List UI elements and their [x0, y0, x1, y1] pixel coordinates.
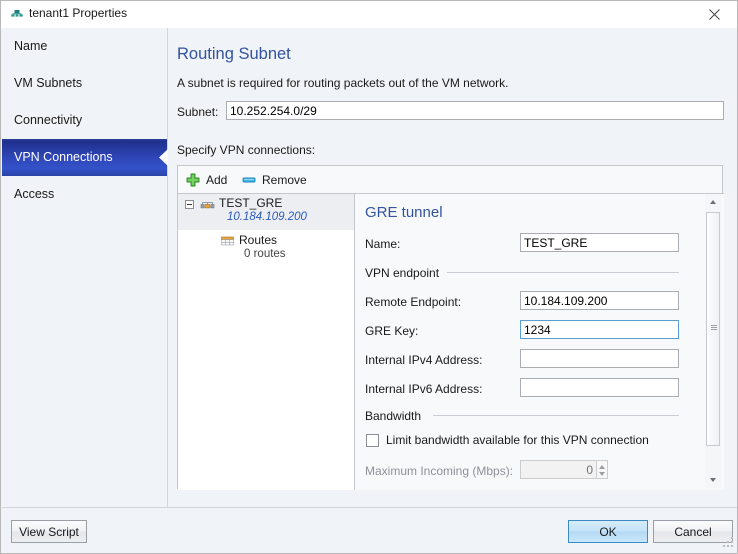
sidebar-item-label: Connectivity: [14, 113, 83, 127]
limit-bandwidth-label: Limit bandwidth available for this VPN c…: [386, 433, 649, 447]
limit-bandwidth-checkbox[interactable]: [366, 434, 379, 447]
internal-ipv4-input[interactable]: [520, 349, 679, 368]
scrollbar-thumb[interactable]: [706, 212, 720, 446]
bandwidth-group-label: Bandwidth: [365, 409, 422, 423]
remote-endpoint-input[interactable]: [520, 291, 679, 310]
collapse-expander-icon[interactable]: [185, 200, 194, 209]
subnet-label: Subnet:: [177, 105, 219, 119]
vpn-tunnel-icon: [200, 197, 215, 212]
sidebar-item-vm-subnets[interactable]: VM Subnets: [2, 65, 167, 102]
vpn-connections-panel: Add Remove TEST_GRE 10.184.109.200 Route…: [177, 165, 724, 490]
detail-title: GRE tunnel: [365, 204, 443, 221]
subnet-input[interactable]: [226, 101, 724, 120]
window-title: tenant1 Properties: [29, 6, 128, 20]
chevron-left-icon: [155, 139, 168, 176]
network-tunnel-icon: [10, 8, 24, 22]
group-divider: [433, 415, 679, 416]
sidebar-navigation: Name VM Subnets Connectivity VPN Connect…: [2, 28, 168, 510]
sidebar-item-label: VM Subnets: [14, 76, 83, 90]
remote-endpoint-label: Remote Endpoint:: [365, 295, 462, 309]
tree-item-routes[interactable]: Routes 0 routes: [178, 230, 354, 266]
add-button[interactable]: Add: [185, 169, 227, 190]
tree-item-sublabel: 0 routes: [244, 248, 286, 260]
cancel-button[interactable]: Cancel: [653, 520, 733, 543]
max-incoming-label: Maximum Incoming (Mbps):: [365, 464, 514, 478]
page-description: A subnet is required for routing packets…: [177, 76, 509, 90]
sidebar-item-label: Access: [14, 187, 55, 201]
vpn-endpoint-group-label: VPN endpoint: [365, 266, 440, 280]
remove-button-label: Remove: [262, 172, 307, 187]
gre-key-input[interactable]: [520, 320, 679, 339]
internal-ipv6-label: Internal IPv6 Address:: [365, 382, 483, 396]
tree-item-test-gre[interactable]: TEST_GRE 10.184.109.200: [178, 194, 354, 230]
vpn-toolbar: Add Remove: [178, 166, 722, 193]
tree-item-label: Routes: [239, 233, 278, 247]
internal-ipv6-input[interactable]: [520, 378, 679, 397]
specify-vpn-connections-label: Specify VPN connections:: [177, 143, 316, 157]
internal-ipv4-label: Internal IPv4 Address:: [365, 353, 483, 367]
detail-scrollbar[interactable]: [705, 194, 721, 488]
max-incoming-stepper[interactable]: [597, 460, 608, 479]
scroll-down-button[interactable]: [705, 472, 721, 488]
sidebar-item-label: Name: [14, 39, 48, 53]
main-content: Routing Subnet A subnet is required for …: [168, 28, 737, 510]
max-incoming-input[interactable]: [520, 460, 597, 479]
sidebar-item-access[interactable]: Access: [2, 176, 167, 213]
name-label: Name:: [365, 237, 401, 251]
minus-icon: [241, 172, 257, 188]
routes-table-icon: [220, 234, 235, 249]
name-input[interactable]: [520, 233, 679, 252]
scroll-up-button[interactable]: [705, 194, 721, 210]
sidebar-item-name[interactable]: Name: [2, 28, 167, 65]
gre-key-label: GRE Key:: [365, 324, 419, 338]
page-title: Routing Subnet: [177, 45, 291, 63]
sidebar-item-label: VPN Connections: [14, 150, 113, 164]
plus-icon: [185, 172, 201, 188]
cancel-button-label: Cancel: [674, 524, 712, 539]
add-button-label: Add: [206, 172, 228, 187]
vpn-connections-tree[interactable]: TEST_GRE 10.184.109.200 Routes 0 routes: [178, 193, 355, 490]
sidebar-item-connectivity[interactable]: Connectivity: [2, 102, 167, 139]
scrollbar-grip-icon: [711, 325, 717, 332]
remove-button[interactable]: Remove: [241, 169, 307, 190]
group-divider: [447, 272, 679, 273]
tree-item-label: TEST_GRE: [219, 196, 283, 210]
view-script-button-label: View Script: [19, 524, 79, 539]
view-script-button[interactable]: View Script: [11, 520, 87, 543]
resize-grip[interactable]: [723, 537, 735, 549]
tree-item-sublabel: 10.184.109.200: [227, 211, 307, 223]
close-icon[interactable]: [692, 1, 737, 28]
dialog-footer: View Script OK Cancel: [2, 507, 737, 552]
ok-button-label: OK: [599, 524, 617, 539]
properties-dialog: tenant1 Properties Name VM Subnets Conne…: [0, 0, 738, 554]
ok-button[interactable]: OK: [568, 520, 648, 543]
gre-tunnel-detail-pane: GRE tunnel Name: VPN endpoint Remote End…: [355, 193, 724, 490]
sidebar-item-vpn-connections[interactable]: VPN Connections: [2, 139, 168, 176]
title-bar: tenant1 Properties: [1, 1, 737, 29]
